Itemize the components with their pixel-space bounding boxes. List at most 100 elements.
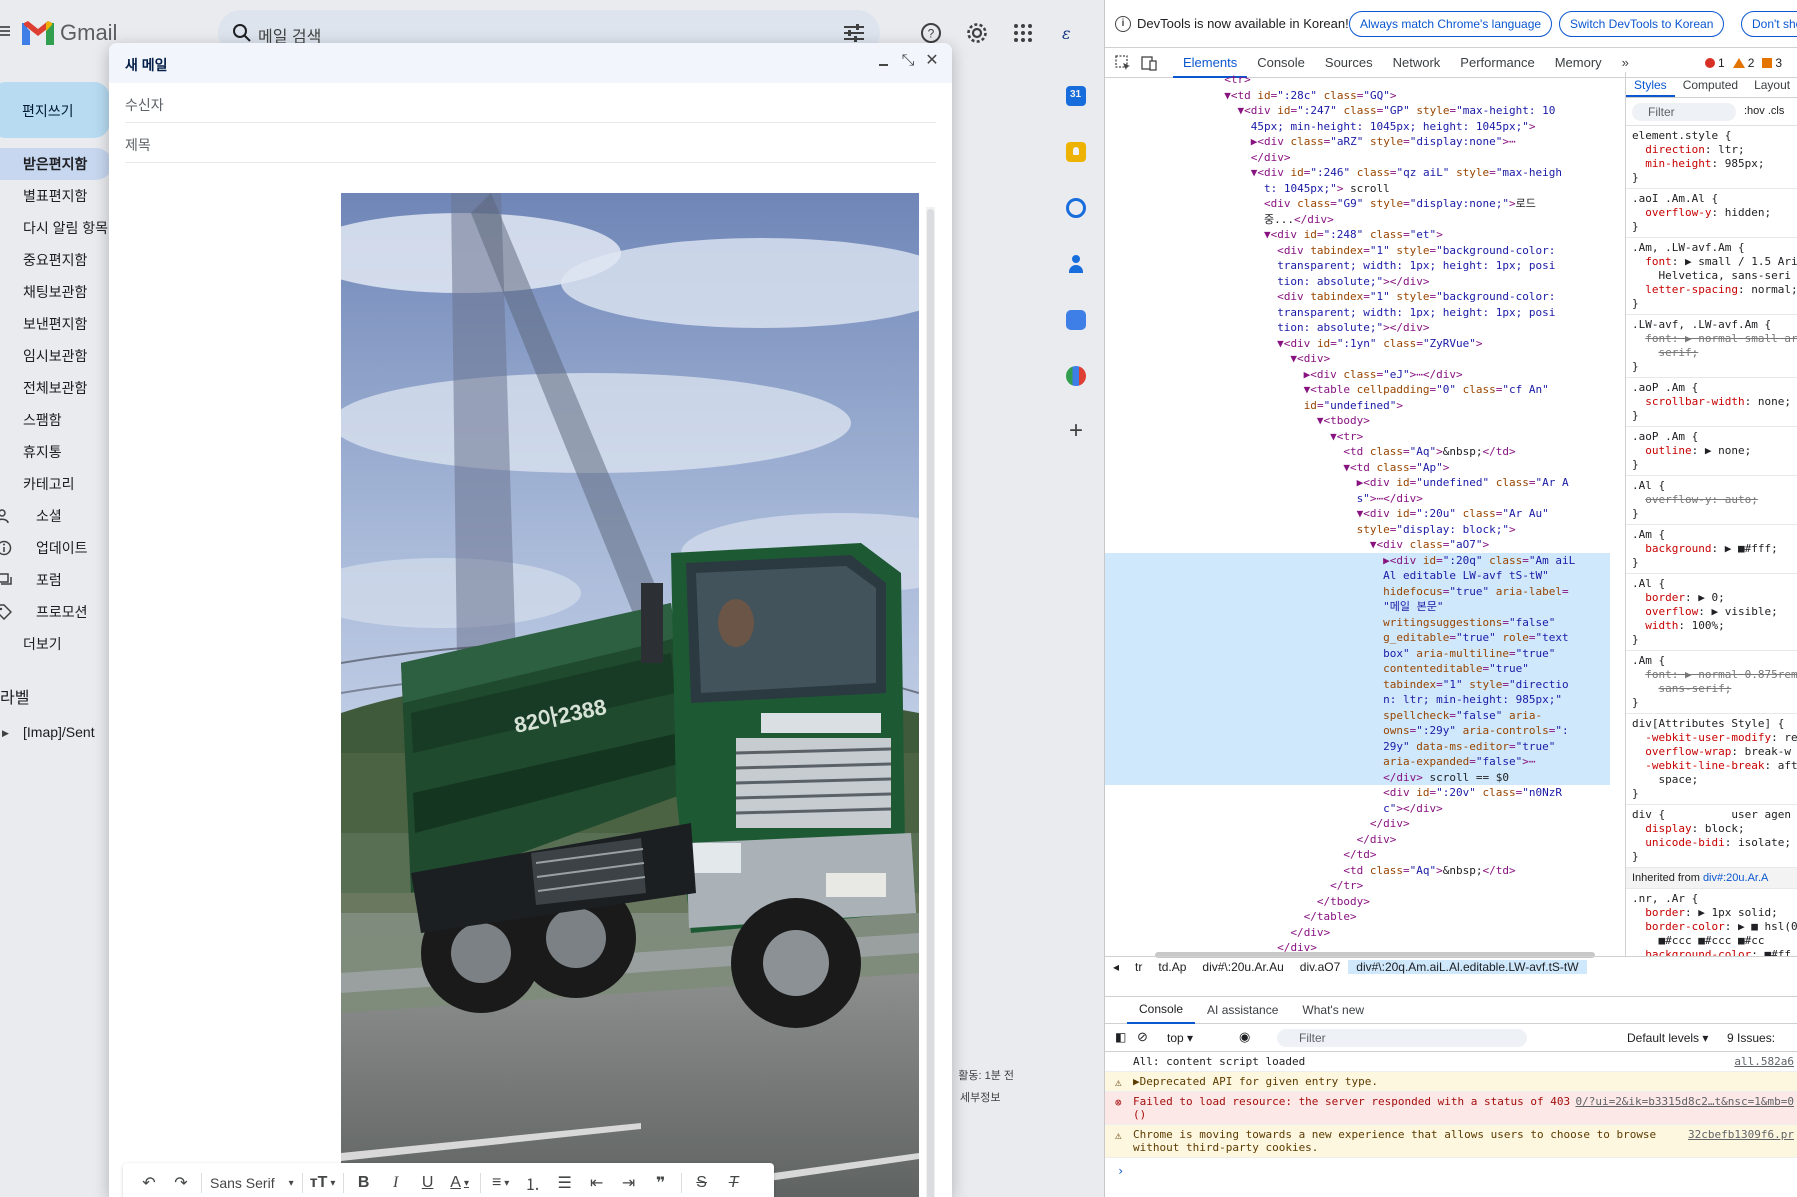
- style-rule[interactable]: .aoP .Am { outline: ▶ none; }: [1626, 427, 1797, 476]
- indent-less-icon[interactable]: ⇤: [581, 1163, 613, 1197]
- dom-node[interactable]: id="undefined">: [1105, 398, 1610, 414]
- error-count-badge[interactable]: 1: [1705, 56, 1725, 70]
- dom-node[interactable]: ▼<div>: [1105, 351, 1610, 367]
- dont-show-button[interactable]: Don't show: [1741, 11, 1797, 37]
- dom-node[interactable]: t: 1045px;"> scroll: [1105, 181, 1610, 197]
- dom-node[interactable]: ▼<div id=":247" class="GP" style="max-he…: [1105, 103, 1610, 119]
- style-rule[interactable]: .nr, .Ar { border: ▶ 1px solid; border-c…: [1626, 889, 1797, 956]
- dom-node[interactable]: ▼<div id=":248" class="et">: [1105, 227, 1610, 243]
- dom-node[interactable]: 중...</div>: [1105, 212, 1610, 228]
- dom-node[interactable]: <div id=":20v" class="n0NzR: [1105, 785, 1610, 801]
- console-message-error[interactable]: ⊗ Failed to load resource: the server res…: [1105, 1092, 1797, 1125]
- hov-cls-toggles[interactable]: :hov .cls: [1744, 105, 1784, 117]
- dom-node[interactable]: </div>: [1105, 832, 1610, 848]
- breadcrumb-item[interactable]: tr: [1127, 960, 1150, 974]
- dom-node[interactable]: </div>: [1105, 816, 1610, 832]
- style-rule[interactable]: .Al { overflow-y: auto; }: [1626, 476, 1797, 525]
- dom-node[interactable]: <td class="Aq">&nbsp;</td>: [1105, 444, 1610, 460]
- dom-node[interactable]: transparent; width: 1px; height: 1px; po…: [1105, 305, 1610, 321]
- issue-count-badge[interactable]: 3: [1762, 56, 1782, 70]
- console-message-log[interactable]: All: content script loaded all.582a6: [1105, 1052, 1797, 1072]
- align-icon[interactable]: ≡ ▾: [485, 1163, 517, 1197]
- styles-filter-input[interactable]: Filter: [1632, 103, 1736, 121]
- dom-tree[interactable]: <tr> ▼<td id=":28c" class="GQ"> ▼<div id…: [1105, 72, 1610, 956]
- switch-to-korean-button[interactable]: Switch DevTools to Korean: [1559, 11, 1725, 37]
- console-prompt[interactable]: ›: [1105, 1158, 1797, 1184]
- console-message-warning[interactable]: ⚠ ▶Deprecated API for given entry type.: [1105, 1072, 1797, 1092]
- compose-scrollbar-thumb[interactable]: [927, 209, 934, 1197]
- log-levels-dropdown[interactable]: Default levels ▾: [1627, 1031, 1708, 1045]
- bulleted-list-icon[interactable]: ☰: [549, 1163, 581, 1197]
- console-source-link[interactable]: 32cbefb1309f6.pr: [1688, 1128, 1794, 1141]
- recipients-field[interactable]: 수신자: [125, 83, 936, 123]
- dom-node-selected[interactable]: n: ltr; min-height: 985px;": [1105, 692, 1610, 708]
- style-rule[interactable]: div[Attributes Style] { -webkit-user-mod…: [1626, 714, 1797, 805]
- underline-icon[interactable]: U: [412, 1163, 444, 1197]
- dom-node-selected[interactable]: aria-expanded="false">⋯: [1105, 754, 1610, 770]
- dom-node-selected[interactable]: writingsuggestions="false": [1105, 614, 1610, 630]
- dom-node-selected[interactable]: contenteditable="true": [1105, 661, 1610, 677]
- style-rule[interactable]: .Am { font: ▶ normal 0.875rem sans-serif…: [1626, 651, 1797, 714]
- undo-icon[interactable]: ↶: [133, 1163, 165, 1197]
- dom-node[interactable]: </tbody>: [1105, 894, 1610, 910]
- remove-formatting-icon[interactable]: T: [718, 1163, 750, 1197]
- dom-node[interactable]: ▼<tbody>: [1105, 413, 1610, 429]
- font-family-dropdown[interactable]: Sans Serif ▾: [206, 1163, 298, 1197]
- style-rule[interactable]: .Am, .LW-avf.Am { font: ▶ small / 1.5 Ar…: [1626, 238, 1797, 315]
- issues-counter[interactable]: 9 Issues:: [1727, 1031, 1775, 1045]
- compose-header[interactable]: 새 메일 ⤡ ✕: [109, 43, 952, 83]
- subject-field[interactable]: 제목: [125, 123, 936, 163]
- italic-icon[interactable]: I: [380, 1163, 412, 1197]
- devtools-status-badges[interactable]: 1 2 3: [1705, 56, 1782, 70]
- sidebar-toggle-icon[interactable]: ◧: [1115, 1030, 1126, 1044]
- clear-console-icon[interactable]: ⊘: [1137, 1029, 1148, 1045]
- dom-node[interactable]: ▶<div class="eJ">⋯</div>: [1105, 367, 1610, 383]
- console-message-warning[interactable]: ⚠ Chrome is moving towards a new experien…: [1105, 1125, 1797, 1158]
- dom-node[interactable]: tion: absolute;"></div>: [1105, 274, 1610, 290]
- inspect-element-icon[interactable]: [1115, 55, 1131, 71]
- tab-whats-new[interactable]: What's new: [1290, 997, 1376, 1023]
- close-icon[interactable]: ✕: [924, 53, 940, 69]
- dom-node[interactable]: <td class="Aq">&nbsp;</td>: [1105, 863, 1610, 879]
- font-size-icon[interactable]: тT ▾: [307, 1163, 339, 1197]
- breadcrumb-item[interactable]: div.aO7: [1292, 960, 1348, 974]
- dom-node[interactable]: ▼<div id=":1yn" class="ZyRVue">: [1105, 336, 1610, 352]
- dom-node[interactable]: </div>: [1105, 925, 1610, 941]
- tab-styles[interactable]: Styles: [1626, 72, 1675, 97]
- dom-node-selected[interactable]: box" aria-multiline="true": [1105, 645, 1610, 661]
- dom-node[interactable]: ▼<div id=":246" class="qz aiL" style="ma…: [1105, 165, 1610, 181]
- dom-node[interactable]: <tr>: [1105, 72, 1610, 88]
- dom-node-selected[interactable]: Al editable LW-avf tS-tW": [1105, 568, 1610, 584]
- dom-node[interactable]: ▼<td id=":28c" class="GQ">: [1105, 88, 1610, 104]
- dom-node-selected[interactable]: spellcheck="false" aria-: [1105, 707, 1610, 723]
- dom-node-selected[interactable]: g_editable="true" role="text: [1105, 630, 1610, 646]
- dom-node[interactable]: 45px; min-height: 1045px; height: 1045px…: [1105, 119, 1610, 135]
- dom-node-selected[interactable]: ▶<div id=":20q" class="Am aiL: [1105, 552, 1610, 568]
- dom-node[interactable]: ▼<td class="Ap">: [1105, 460, 1610, 476]
- warning-count-badge[interactable]: 2: [1733, 56, 1755, 70]
- dom-node[interactable]: c"></div>: [1105, 801, 1610, 817]
- style-rule[interactable]: .aoP .Am { scrollbar-width: none; }: [1626, 378, 1797, 427]
- dom-node[interactable]: </div>: [1105, 150, 1610, 166]
- numbered-list-icon[interactable]: ⒈: [517, 1163, 549, 1197]
- tab-computed[interactable]: Computed: [1675, 72, 1746, 97]
- text-color-icon[interactable]: A ▾: [444, 1163, 476, 1197]
- dom-node[interactable]: </td>: [1105, 847, 1610, 863]
- dom-node[interactable]: ▼<div class="aO7">: [1105, 537, 1610, 553]
- dom-node-selected[interactable]: "메일 본문": [1105, 599, 1610, 615]
- style-rule[interactable]: element.style { direction: ltr; min-heig…: [1626, 126, 1797, 189]
- always-match-language-button[interactable]: Always match Chrome's language: [1349, 11, 1553, 37]
- dom-node[interactable]: <div class="G9" style="display:none;">로드: [1105, 196, 1610, 212]
- dom-node[interactable]: transparent; width: 1px; height: 1px; po…: [1105, 258, 1610, 274]
- console-source-link[interactable]: all.582a6: [1734, 1055, 1794, 1068]
- dom-node[interactable]: </tr>: [1105, 878, 1610, 894]
- style-rule[interactable]: .aoI .Am.Al { overflow-y: hidden; }: [1626, 189, 1797, 238]
- breadcrumb-item[interactable]: td.Ap: [1150, 960, 1194, 974]
- minimize-icon[interactable]: [876, 53, 892, 69]
- dom-node[interactable]: ▶<div class="aRZ" style="display:none">⋯: [1105, 134, 1610, 150]
- redo-icon[interactable]: ↷: [165, 1163, 197, 1197]
- dom-node-selected[interactable]: tabindex="1" style="directio: [1105, 676, 1610, 692]
- dom-node-selected[interactable]: owns=":29y" aria-controls=":: [1105, 723, 1610, 739]
- dom-node-selected[interactable]: 29y" data-ms-editor="true": [1105, 738, 1610, 754]
- dom-node[interactable]: <div tabindex="1" style="background-colo…: [1105, 243, 1610, 259]
